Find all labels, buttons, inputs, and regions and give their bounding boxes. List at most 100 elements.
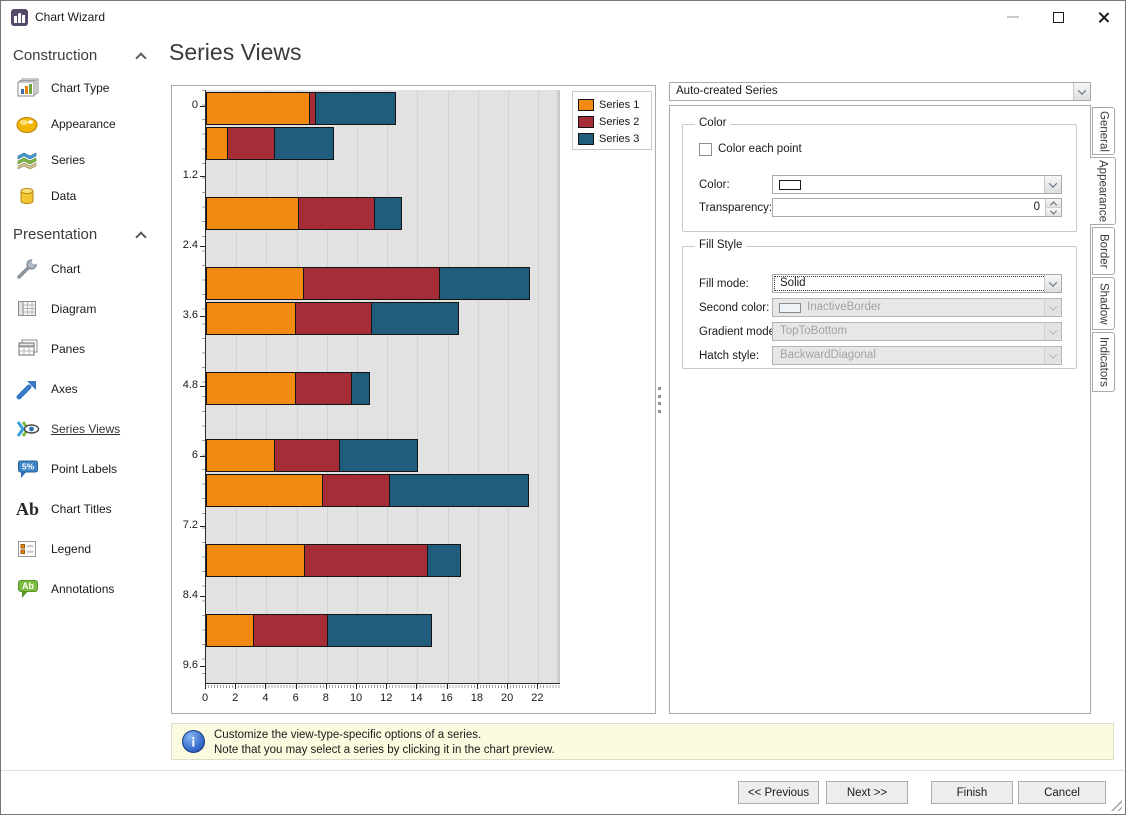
sidebar-item-data[interactable]: Data [1, 178, 163, 214]
color-dropdown[interactable] [772, 175, 1062, 194]
bar-segment-series-1[interactable] [206, 267, 304, 300]
bar-segment-series-1[interactable] [206, 474, 323, 507]
dropdown-button[interactable] [1044, 275, 1061, 292]
second-color-value: InactiveBorder [807, 301, 881, 313]
minimize-button[interactable] [996, 5, 1030, 29]
bar-segment-series-3[interactable] [439, 267, 530, 300]
legend-item[interactable]: Series 1 [578, 96, 651, 113]
bar-segment-series-2[interactable] [304, 544, 428, 577]
color-group: Color Color each point Color: Transparen… [682, 124, 1077, 232]
fill-mode-dropdown[interactable]: Solid [772, 274, 1062, 293]
info-text: Customize the view-type-specific options… [214, 728, 555, 758]
next-button[interactable]: Next >> [826, 781, 908, 804]
sidebar-item-series[interactable]: Series [1, 142, 163, 178]
sidebar-item-series-views[interactable]: Series Views [1, 409, 163, 449]
bar-segment-series-1[interactable] [206, 544, 305, 577]
resize-grip[interactable] [1108, 797, 1122, 811]
chart-preview[interactable]: Series 1Series 2Series 3 024681012141618… [171, 85, 656, 714]
dropdown-button [1044, 347, 1061, 364]
legend-item[interactable]: Series 2 [578, 113, 651, 130]
tab-general[interactable]: General [1092, 107, 1115, 155]
bar-segment-series-3[interactable] [339, 439, 418, 472]
x-axis-tick [477, 684, 478, 689]
bar-segment-series-2[interactable] [295, 302, 372, 335]
sidebar-item-panes[interactable]: Panes [1, 329, 163, 369]
sidebar-item-diagram[interactable]: Diagram [1, 289, 163, 329]
tab-indicators[interactable]: Indicators [1092, 332, 1115, 392]
tab-shadow[interactable]: Shadow [1092, 277, 1115, 330]
bar-segment-series-1[interactable] [206, 127, 228, 160]
sidebar-item-chart[interactable]: Chart [1, 249, 163, 289]
bar-segment-series-3[interactable] [315, 92, 396, 125]
legend-label: Series 1 [599, 99, 639, 111]
sidebar-item-point-labels[interactable]: 5%Point Labels [1, 449, 163, 489]
chart-legend[interactable]: Series 1 Series 2Series 3 [572, 91, 652, 150]
transparency-input[interactable]: 0 [772, 198, 1062, 217]
bar-segment-series-2[interactable] [295, 372, 352, 405]
x-axis-tick [537, 684, 538, 689]
diagram-icon [15, 297, 41, 321]
bar-segment-series-2[interactable] [298, 197, 375, 230]
bar-segment-series-2[interactable] [322, 474, 390, 507]
sidebar-item-annotations[interactable]: AbAnnotations [1, 569, 163, 609]
info-line-2: Note that you may select a series by cli… [214, 743, 555, 758]
bar-segment-series-1[interactable] [206, 372, 296, 405]
sidebar-item-label: Data [51, 189, 76, 203]
series-selector-dropdown[interactable]: Auto-created Series [669, 82, 1091, 101]
bar-segment-series-1[interactable] [206, 197, 299, 230]
tab-border[interactable]: Border [1092, 227, 1115, 275]
bar-segment-series-3[interactable] [371, 302, 459, 335]
point-labels-icon: 5% [15, 457, 41, 481]
y-axis-tick [200, 316, 205, 317]
spinner-up-button[interactable] [1046, 199, 1061, 207]
hatch-style-label: Hatch style: [699, 350, 759, 362]
spinner-down-button[interactable] [1046, 207, 1061, 216]
dropdown-button[interactable] [1073, 83, 1090, 100]
cancel-button[interactable]: Cancel [1018, 781, 1106, 804]
bar-segment-series-1[interactable] [206, 302, 296, 335]
sidebar-section-header[interactable]: Construction [1, 35, 163, 70]
legend-item[interactable]: Series 3 [578, 130, 651, 147]
bar-segment-series-1[interactable] [206, 92, 310, 125]
y-axis-label: 2.4 [172, 239, 198, 251]
close-button[interactable] [1086, 5, 1120, 29]
y-axis-label: 8.4 [172, 589, 198, 601]
sidebar-item-axes[interactable]: Axes [1, 369, 163, 409]
sidebar-section-header[interactable]: Presentation [1, 214, 163, 249]
series-views-icon [15, 417, 41, 441]
previous-button[interactable]: << Previous [738, 781, 819, 804]
transparency-value: 0 [1034, 201, 1040, 213]
bar-segment-series-2[interactable] [227, 127, 275, 160]
maximize-button[interactable] [1041, 5, 1075, 29]
sidebar-item-legend[interactable]: Legend [1, 529, 163, 569]
bar-segment-series-1[interactable] [206, 439, 275, 472]
sidebar-item-chart-type[interactable]: Chart Type [1, 70, 163, 106]
bar-segment-series-2[interactable] [303, 267, 440, 300]
color-each-point-label: Color each point [718, 143, 802, 155]
sidebar-item-appearance[interactable]: Appearance [1, 106, 163, 142]
bar-segment-series-3[interactable] [427, 544, 461, 577]
x-axis-label: 20 [495, 692, 519, 704]
bar-segment-series-2[interactable] [253, 614, 328, 647]
finish-button[interactable]: Finish [931, 781, 1013, 804]
titlebar: Chart Wizard [1, 1, 1125, 33]
second-color-swatch [779, 303, 801, 313]
chevron-down-icon [1050, 207, 1057, 214]
tab-appearance[interactable]: Appearance [1090, 157, 1116, 225]
sidebar-item-label: Appearance [51, 117, 116, 131]
bar-segment-series-3[interactable] [389, 474, 529, 507]
color-each-point-checkbox[interactable] [699, 143, 712, 156]
bar-segment-series-3[interactable] [374, 197, 402, 230]
dropdown-button[interactable] [1044, 176, 1061, 193]
sidebar-item-chart-titles[interactable]: AbChart Titles [1, 489, 163, 529]
chart-titles-icon: Ab [15, 497, 41, 521]
bar-segment-series-1[interactable] [206, 614, 254, 647]
gridline [478, 90, 479, 683]
section-label: Presentation [13, 226, 97, 243]
bar-segment-series-2[interactable] [274, 439, 340, 472]
bar-segment-series-3[interactable] [351, 372, 370, 405]
bar-segment-series-3[interactable] [327, 614, 432, 647]
bar-segment-series-3[interactable] [274, 127, 334, 160]
chart-plot[interactable] [205, 90, 560, 684]
splitter-handle[interactable] [656, 387, 662, 413]
